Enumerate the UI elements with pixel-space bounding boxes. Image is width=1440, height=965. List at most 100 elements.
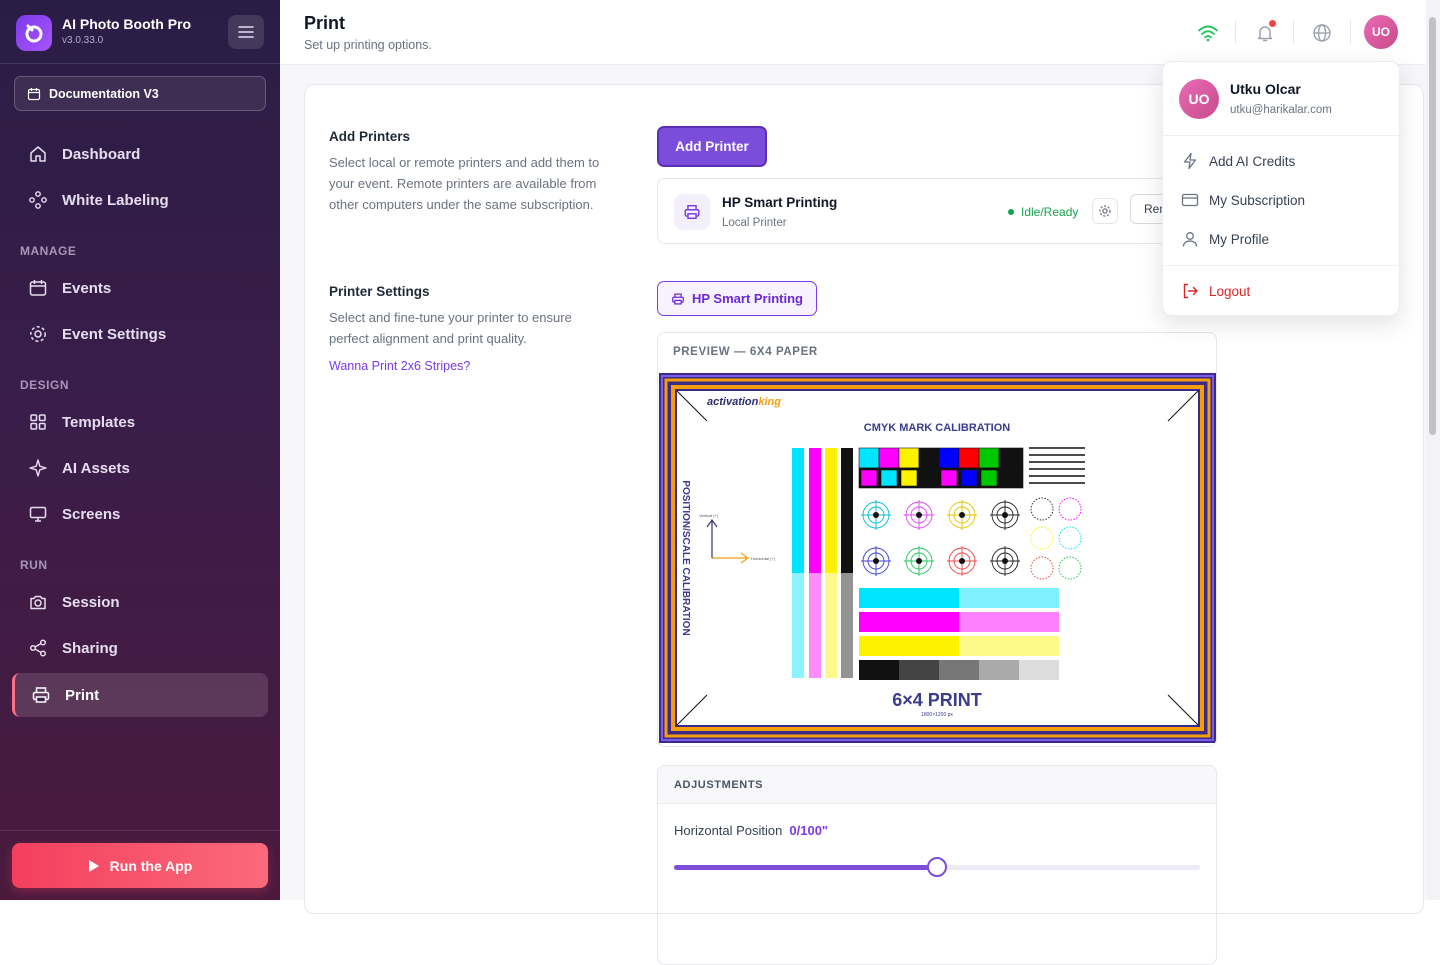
page-title: Print — [304, 13, 346, 33]
sidebar-item-session[interactable]: Session — [12, 580, 268, 624]
printer-status-text: Idle/Ready — [1021, 205, 1079, 219]
status-dot — [1008, 209, 1014, 215]
brand: AI Photo Booth Pro v3.0.33.0 — [14, 13, 266, 51]
page-subtitle: Set up printing options. — [304, 38, 432, 52]
home-icon — [30, 146, 46, 162]
printer-settings-description: Select and fine-tune your printer to ens… — [329, 310, 572, 346]
menu-item-label: Add AI Credits — [1209, 153, 1296, 169]
camera-icon — [30, 595, 46, 610]
slider-fill — [674, 865, 937, 870]
printer-name: HP Smart Printing — [722, 195, 838, 210]
menu-item-logout[interactable]: Logout — [1181, 281, 1250, 301]
horizontal-position-slider[interactable] — [674, 857, 1200, 877]
sidebar-item-label: Events — [62, 279, 112, 297]
calendar-icon — [29, 280, 47, 296]
sidebar-item-templates[interactable]: Templates — [12, 400, 268, 444]
monitor-icon — [29, 506, 47, 522]
calibration-sheet: activationking CMYK MARK CALIBRATION POS… — [659, 373, 1216, 743]
sidebar-item-white-labeling[interactable]: White Labeling — [12, 178, 268, 222]
add-printers-description: Select local or remote printers and add … — [329, 155, 600, 212]
divider — [1163, 265, 1401, 266]
calendar-icon — [27, 87, 41, 100]
sidebar-item-label: Print — [65, 686, 100, 704]
menu-item-my-subscription[interactable]: My Subscription — [1181, 190, 1305, 210]
sidebar-item-label: Session — [62, 593, 120, 611]
run-app-button[interactable]: Run the App — [12, 843, 268, 888]
user-email: utku@harikalar.com — [1230, 104, 1332, 116]
sidebar-item-screens[interactable]: Screens — [12, 492, 268, 536]
printer-settings-button[interactable] — [1092, 198, 1118, 224]
slider-thumb[interactable] — [927, 857, 947, 877]
menu-item-my-profile[interactable]: My Profile — [1181, 229, 1269, 249]
section-label-manage: MANAGE — [20, 244, 77, 258]
adjustments-panel: ADJUSTMENTS Horizontal Position 0/100" — [657, 765, 1217, 965]
grid-icon — [30, 414, 46, 430]
svg-text:Vertical (+): Vertical (+) — [699, 513, 719, 518]
menu-toggle-button[interactable] — [228, 15, 264, 49]
share-icon — [29, 639, 47, 657]
sidebar-item-label: Templates — [62, 413, 136, 431]
add-printer-button[interactable]: Add Printer — [657, 126, 767, 167]
project-selector-button[interactable]: Documentation V3 — [14, 76, 266, 111]
page-scrollbar[interactable] — [1426, 0, 1440, 900]
horizontal-position-text: Horizontal Position — [674, 823, 783, 838]
sidebar-item-events[interactable]: Events — [12, 266, 268, 310]
card-icon — [1181, 193, 1199, 207]
gear-icon — [1099, 205, 1111, 217]
menu-item-label: My Subscription — [1209, 192, 1306, 208]
section-label-design: DESIGN — [20, 378, 70, 392]
sparkle-icon — [29, 459, 47, 477]
globe-icon — [1313, 24, 1331, 42]
wifi-icon — [1198, 25, 1218, 42]
printer-type: Local Printer — [722, 217, 787, 229]
sheet-print-title: 6×4 PRINT — [892, 690, 982, 710]
selected-printer-tab[interactable]: HP Smart Printing — [657, 281, 817, 316]
divider — [0, 63, 280, 64]
notifications-button[interactable] — [1248, 16, 1282, 50]
sidebar-item-label: Event Settings — [62, 325, 167, 343]
sidebar: AI Photo Booth Pro v3.0.33.0 Documentati… — [0, 0, 280, 900]
preview-label: PREVIEW — 6X4 PAPER — [673, 346, 818, 358]
sidebar-item-ai-assets[interactable]: AI Assets — [12, 446, 268, 490]
stripes-link[interactable]: Wanna Print 2x6 Stripes? — [329, 359, 470, 373]
scrollbar-thumb[interactable] — [1429, 17, 1436, 435]
adjustments-title: ADJUSTMENTS — [658, 766, 1216, 804]
sidebar-item-event-settings[interactable]: Event Settings — [12, 312, 268, 356]
sidebar-item-label: White Labeling — [62, 191, 169, 209]
app-version: v3.0.33.0 — [62, 35, 104, 46]
notification-dot — [1269, 20, 1276, 27]
calibration-graphic: activationking CMYK MARK CALIBRATION POS… — [659, 373, 1216, 743]
sidebar-item-label: AI Assets — [62, 459, 130, 477]
logout-icon — [1183, 283, 1198, 299]
user-icon — [1182, 232, 1198, 247]
hamburger-icon — [238, 26, 254, 38]
horizontal-position-value: 0/100" — [789, 823, 829, 838]
sidebar-item-label: Screens — [62, 505, 121, 523]
selected-printer-label: HP Smart Printing — [691, 291, 803, 306]
divider — [1163, 135, 1401, 136]
app-name: AI Photo Booth Pro — [62, 16, 192, 32]
sidebar-item-dashboard[interactable]: Dashboard — [12, 132, 268, 176]
sidebar-item-label: Sharing — [62, 639, 118, 657]
sidebar-item-label: Dashboard — [62, 145, 141, 163]
wifi-status-button[interactable] — [1191, 16, 1225, 50]
user-name: Utku Olcar — [1230, 81, 1301, 97]
printer-icon — [674, 194, 710, 230]
printer-list-item: HP Smart Printing Local Printer Idle/Rea… — [657, 178, 1217, 244]
divider — [0, 830, 280, 831]
language-button[interactable] — [1305, 16, 1339, 50]
section-label-run: RUN — [20, 558, 48, 572]
divider — [1350, 20, 1351, 44]
app-logo-icon — [16, 15, 52, 51]
user-avatar-button[interactable]: UO — [1364, 15, 1398, 49]
sheet-side-label: POSITION/SCALE CALIBRATION — [680, 480, 691, 635]
sheet-heading: CMYK MARK CALIBRATION — [864, 422, 1011, 434]
dropdown-avatar: UO — [1179, 79, 1219, 119]
user-menu-dropdown: UO Utku Olcar utku@harikalar.com Add AI … — [1162, 61, 1401, 316]
menu-item-label: My Profile — [1209, 231, 1270, 247]
printer-settings-title: Printer Settings — [329, 284, 430, 299]
sidebar-item-sharing[interactable]: Sharing — [12, 626, 268, 670]
palette-icon — [29, 191, 47, 209]
menu-item-add-ai-credits[interactable]: Add AI Credits — [1181, 151, 1295, 171]
sidebar-item-print[interactable]: Print — [12, 673, 268, 717]
